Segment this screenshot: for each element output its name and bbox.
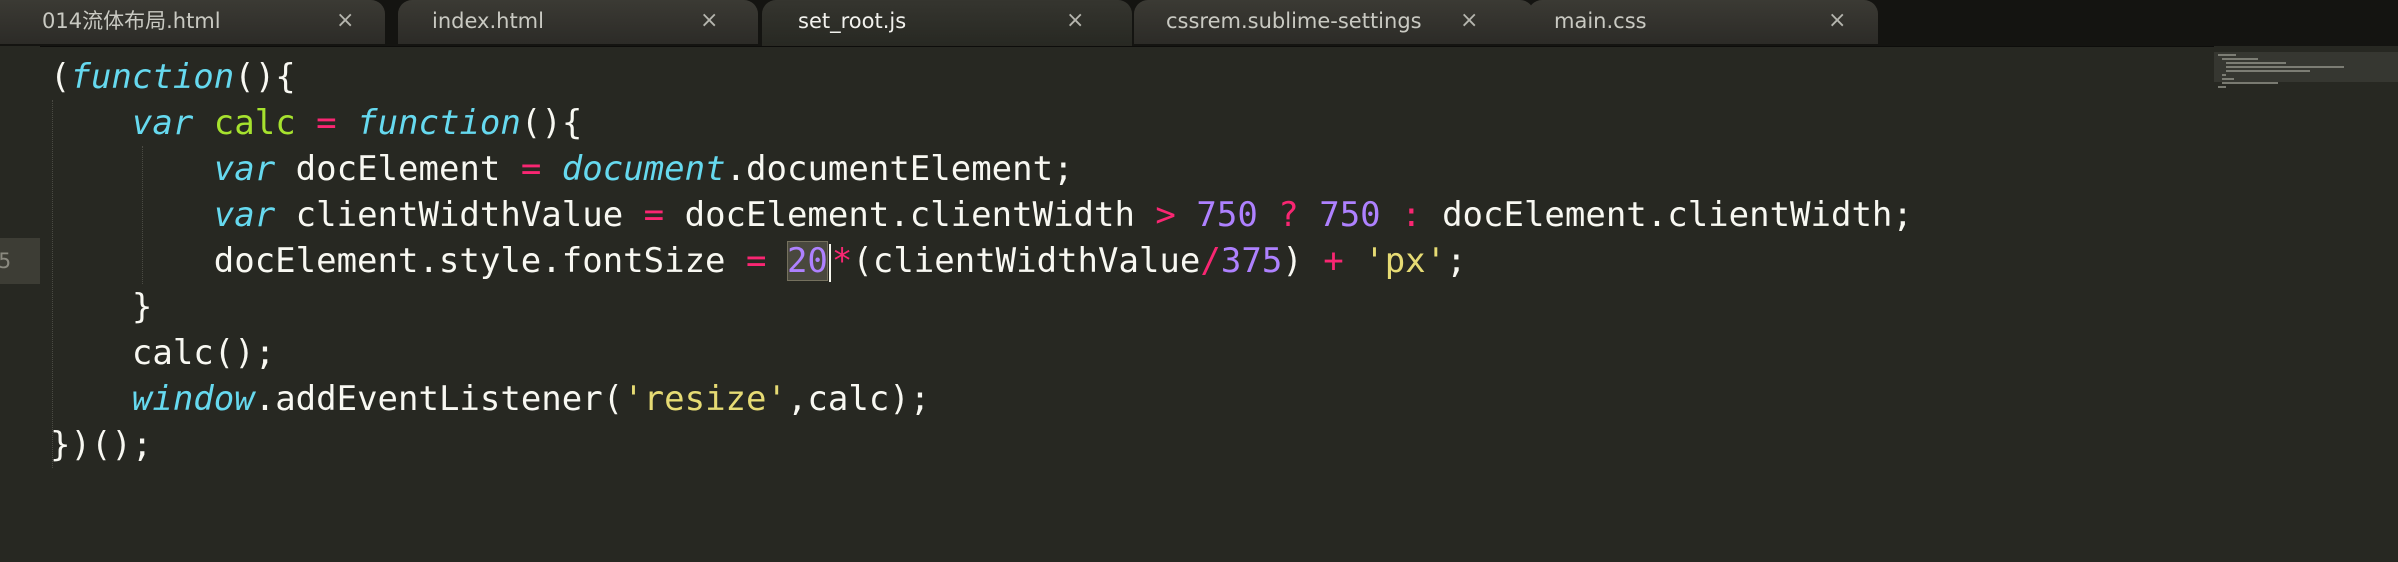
tab-label: cssrem.sublime-settings (1166, 9, 1422, 33)
line-number: 2 (0, 100, 12, 146)
code-line-4: var clientWidthValue = docElement.client… (213, 195, 1913, 235)
minimap-line (2222, 58, 2258, 60)
code-line-1: (function(){ (50, 57, 296, 97)
minimap-line (2226, 70, 2310, 72)
code-line-8: window.addEventListener('resize',calc); (131, 379, 931, 419)
code-line-6: } (131, 287, 153, 327)
selected-text: 20 (786, 241, 828, 281)
tab-index-html[interactable]: index.html × (398, 0, 758, 44)
line-number: 3 (0, 146, 12, 192)
code-line-7: calc(); (131, 333, 276, 373)
tab-label: index.html (432, 9, 544, 33)
minimap-line (2226, 66, 2344, 68)
tab-label: 014流体布局.html (42, 9, 221, 33)
tab-label: set_root.js (798, 9, 907, 33)
line-number-current: 5 (0, 238, 40, 284)
tab-014-html[interactable]: 014流体布局.html × (0, 0, 385, 44)
minimap-line (2226, 62, 2286, 64)
minimap-line (2222, 74, 2226, 76)
line-number: 8 (0, 376, 12, 422)
tab-cssrem-settings[interactable]: cssrem.sublime-settings × (1134, 0, 1534, 44)
minimap-line (2222, 82, 2278, 84)
close-icon[interactable]: × (336, 0, 354, 42)
tab-set-root-js[interactable]: set_root.js × (762, 0, 1132, 46)
close-icon[interactable]: × (1460, 0, 1478, 42)
code-line-9: })(); (50, 425, 153, 465)
line-number: 7 (0, 330, 12, 376)
code-line-3: var docElement = document.documentElemen… (213, 149, 1074, 189)
line-number-gutter: 1 2 3 4 5 6 7 8 9 (0, 46, 40, 562)
minimap-line (2218, 54, 2236, 56)
tab-label: main.css (1554, 9, 1647, 33)
line-number: 1 (0, 54, 12, 100)
tab-bar: 014流体布局.html × index.html × set_root.js … (0, 0, 2398, 47)
line-number: 9 (0, 422, 12, 468)
code-line-5: docElement.style.fontSize = 20 *(clientWi… (213, 241, 1467, 282)
minimap[interactable] (2214, 46, 2398, 562)
minimap-line (2222, 78, 2234, 80)
text-cursor (828, 243, 831, 282)
tab-main-css[interactable]: main.css × (1528, 0, 1878, 44)
minimap-line (2218, 86, 2226, 88)
line-number: 4 (0, 192, 12, 238)
close-icon[interactable]: × (1828, 0, 1846, 42)
code-line-2: var calc = function(){ (131, 103, 583, 143)
line-number: 6 (0, 284, 12, 330)
close-icon[interactable]: × (700, 0, 718, 42)
close-icon[interactable]: × (1066, 0, 1084, 42)
